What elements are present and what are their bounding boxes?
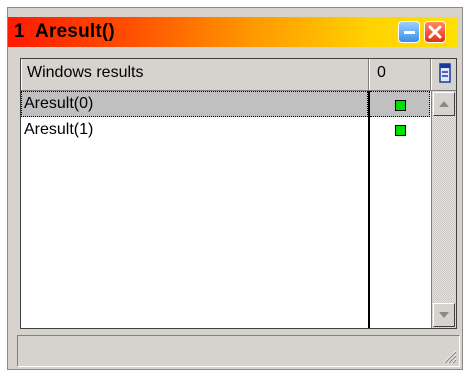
row-label: Aresult(1): [24, 121, 94, 138]
scroll-up-button[interactable]: [433, 92, 455, 116]
resize-grip-icon[interactable]: [441, 348, 457, 364]
window-title: 1 Aresult(): [14, 21, 115, 42]
status-indicator: [395, 100, 406, 111]
results-list: Windows results 0 Aresult(0) Aresult(1): [20, 58, 457, 329]
column-header-0[interactable]: 0: [369, 59, 431, 90]
status-indicator: [395, 125, 406, 136]
column-settings-icon: [439, 63, 451, 83]
status-bar: [17, 335, 460, 367]
column-settings-button[interactable]: [431, 59, 457, 90]
row-status-cell[interactable]: [370, 91, 430, 117]
row-label: Aresult(0): [24, 95, 94, 112]
title-bar[interactable]: 1 Aresult(): [8, 17, 458, 47]
list-item[interactable]: Aresult(1): [21, 117, 368, 143]
list-header: Windows results 0: [21, 59, 456, 91]
arrow-down-icon: [439, 312, 449, 318]
minimize-button[interactable]: [398, 21, 420, 43]
close-button[interactable]: [424, 21, 446, 43]
column-header-windows-results[interactable]: Windows results: [21, 59, 369, 90]
row-status-cell[interactable]: [370, 117, 430, 143]
close-icon: [428, 25, 442, 39]
list-item[interactable]: Aresult(0): [21, 91, 368, 117]
arrow-up-icon: [439, 101, 449, 107]
column-divider: [368, 91, 370, 328]
scroll-down-button[interactable]: [433, 303, 455, 327]
vertical-scrollbar[interactable]: [431, 91, 456, 328]
